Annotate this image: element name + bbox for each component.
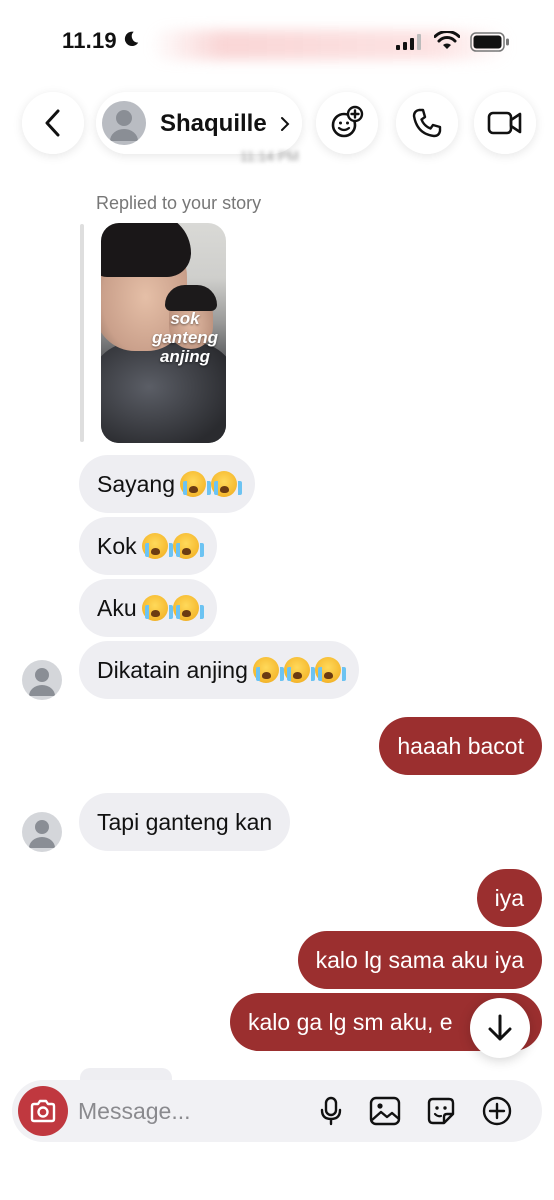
message-bubble[interactable]: Tapi ganteng kan (79, 793, 291, 851)
message-bubble[interactable]: haaah bacot (379, 717, 542, 775)
microphone-button[interactable] (315, 1095, 347, 1127)
message-text: Sayang (97, 471, 176, 497)
story-photo-hair-small (165, 285, 217, 311)
wifi-icon (434, 31, 460, 49)
chevron-right-icon (281, 117, 290, 131)
camera-button[interactable] (18, 1086, 68, 1136)
phone-icon (412, 108, 442, 138)
crying-emoji-icon (141, 533, 173, 559)
message-composer (12, 1080, 542, 1142)
story-photo-hair (101, 223, 191, 277)
status-time: 11.19 (62, 28, 117, 53)
battery-icon (470, 32, 509, 52)
microphone-icon (320, 1096, 342, 1126)
chevron-left-icon (45, 109, 60, 137)
message-text: Aku (97, 595, 137, 621)
avatar[interactable] (22, 812, 62, 852)
video-call-button[interactable] (474, 92, 536, 154)
status-bar: 11.19 (0, 0, 554, 80)
story-caption: sok ganteng anjing (151, 309, 219, 366)
story-thumbnail[interactable]: sok ganteng anjing (101, 223, 226, 443)
moon-icon (124, 31, 139, 47)
crying-emoji-icon (314, 657, 346, 683)
call-button[interactable] (396, 92, 458, 154)
message-bubble[interactable]: Aku (79, 579, 217, 637)
crying-emoji-icon (211, 471, 243, 497)
reply-divider (80, 224, 84, 442)
message-text: iya (494, 885, 524, 911)
message-text: kalo ga lg sm aku, e (248, 1009, 453, 1035)
scroll-to-bottom-button[interactable] (470, 998, 530, 1058)
back-button[interactable] (22, 92, 84, 154)
video-camera-icon (487, 111, 522, 135)
arrow-down-icon (488, 1014, 512, 1041)
message-input[interactable] (78, 1080, 308, 1142)
signal-icon (396, 34, 421, 50)
more-button[interactable] (481, 1095, 513, 1127)
message-text: Dikatain anjing (97, 657, 248, 683)
add-people-icon (331, 105, 364, 138)
avatar (102, 101, 146, 145)
message-bubble[interactable]: Dikatain anjing (79, 641, 359, 699)
image-icon (369, 1096, 401, 1126)
timestamp: 11:14 PM (240, 148, 299, 164)
crying-emoji-icon (283, 657, 315, 683)
message-bubble[interactable]: Kok (79, 517, 217, 575)
reply-label: Replied to your story (96, 193, 262, 213)
sticker-icon (427, 1097, 455, 1125)
message-text: Kok (97, 533, 137, 559)
crying-emoji-icon (252, 657, 284, 683)
contact-pill[interactable]: Shaquille (96, 92, 302, 154)
crying-emoji-icon (180, 471, 212, 497)
plus-circle-icon (482, 1096, 512, 1126)
message-text: haaah bacot (397, 733, 524, 759)
message-bubble[interactable]: kalo lg sama aku iya (297, 931, 542, 989)
message-text: kalo lg sama aku iya (315, 947, 524, 973)
add-people-button[interactable] (316, 92, 378, 154)
camera-icon (30, 1099, 56, 1123)
gallery-button[interactable] (369, 1095, 401, 1127)
crying-emoji-icon (172, 595, 204, 621)
message-text: Tapi ganteng kan (97, 809, 273, 835)
sticker-button[interactable] (425, 1095, 457, 1127)
message-bubble[interactable]: iya (476, 869, 542, 927)
contact-name: Shaquille (160, 110, 267, 137)
crying-emoji-icon (172, 533, 204, 559)
avatar[interactable] (22, 660, 62, 700)
crying-emoji-icon (141, 595, 173, 621)
message-bubble[interactable]: Sayang (79, 455, 256, 513)
